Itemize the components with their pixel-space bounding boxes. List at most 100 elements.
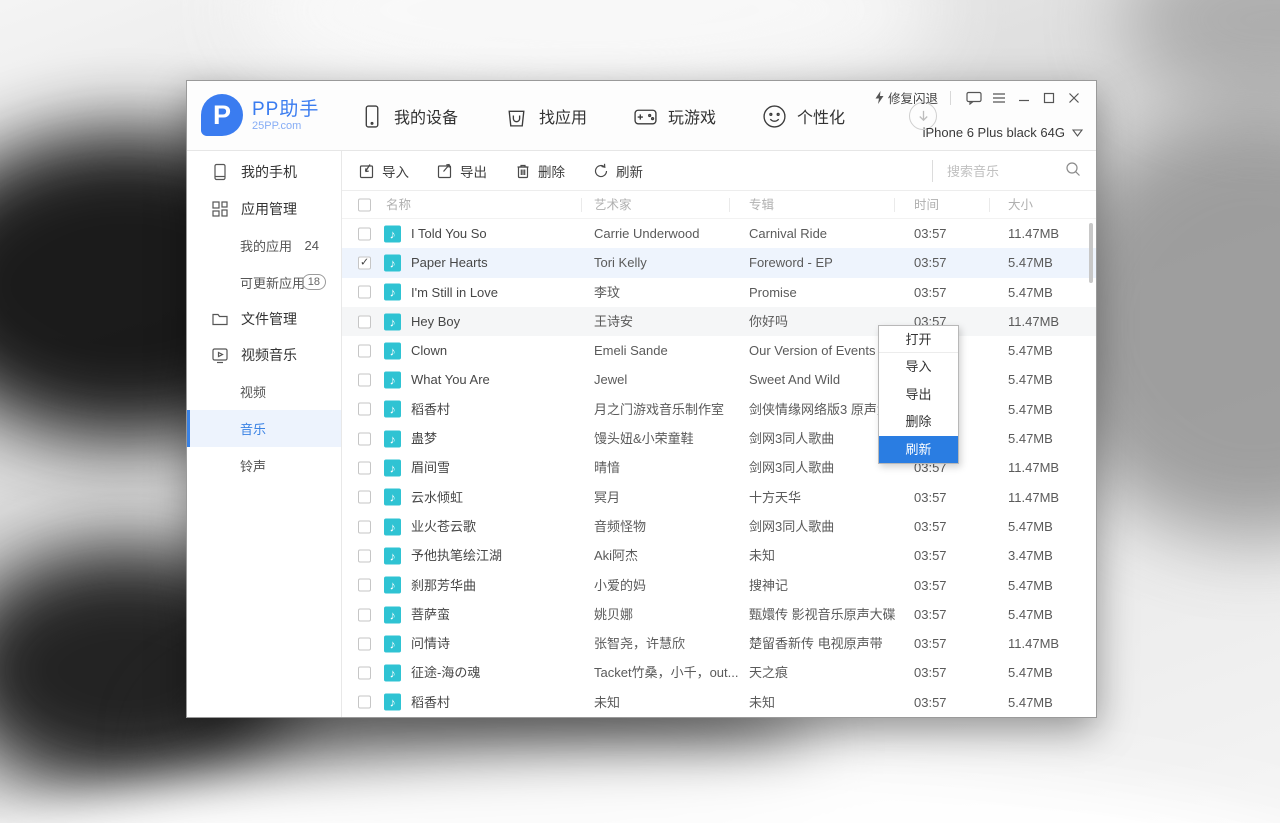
- search-input[interactable]: [947, 163, 1065, 179]
- song-album: Our Version of Events: [749, 343, 876, 359]
- sidebar-item-video-music[interactable]: 视频音乐: [187, 337, 341, 374]
- table-row[interactable]: I Told You So Carrie Underwood Carnival …: [342, 219, 1096, 249]
- sidebar-item-music[interactable]: 音乐: [187, 410, 341, 447]
- fix-crash-button[interactable]: 修复闪退: [875, 88, 938, 107]
- table-row[interactable]: 云水倾虹 冥月 十方天华 03:57 11.47MB: [342, 482, 1096, 512]
- song-album: 十方天华: [749, 489, 802, 505]
- nav-item-play-games[interactable]: 玩游戏: [633, 104, 716, 129]
- music-note-icon: [384, 225, 401, 243]
- sidebar-item-my-apps[interactable]: 我的应用 24: [187, 227, 341, 264]
- column-header-time[interactable]: 时间: [914, 191, 939, 219]
- column-header-name[interactable]: 名称: [386, 191, 411, 219]
- sidebar-item-ringtone[interactable]: 铃声: [187, 447, 341, 484]
- sidebar-item-app-management[interactable]: 应用管理: [187, 191, 341, 228]
- song-album: 你好吗: [749, 313, 789, 329]
- select-all-checkbox[interactable]: [358, 198, 371, 211]
- maximize-icon: [1043, 92, 1055, 103]
- sidebar-item-updatable-apps[interactable]: 可更新应用 18: [187, 264, 341, 301]
- search-box[interactable]: [932, 151, 1096, 191]
- song-album: Carnival Ride: [749, 226, 828, 241]
- logo-title: PP助手: [252, 98, 320, 120]
- song-album: Foreword - EP: [749, 255, 833, 271]
- column-divider: [581, 198, 582, 212]
- row-checkbox[interactable]: [358, 637, 371, 651]
- nav-item-personalize[interactable]: 个性化: [762, 104, 845, 129]
- table-row[interactable]: Paper Hearts Tori Kelly Foreword - EP 03…: [342, 248, 1096, 278]
- context-menu-item[interactable]: 导出: [879, 381, 958, 408]
- table-row[interactable]: Hey Boy 王诗安 你好吗 03:57 11.47MB: [342, 306, 1096, 337]
- table-row[interactable]: What You Are Jewel Sweet And Wild 03:57 …: [342, 365, 1096, 395]
- refresh-icon: [594, 163, 608, 177]
- maximize-button[interactable]: [1037, 89, 1061, 107]
- delete-button[interactable]: 删除: [515, 161, 565, 181]
- sidebar-label: 铃声: [240, 458, 267, 474]
- context-menu-item[interactable]: 刷新: [879, 435, 958, 463]
- row-checkbox[interactable]: [358, 344, 371, 358]
- table-row[interactable]: 业火苍云歌 音频怪物 剑网3同人歌曲 03:57 5.47MB: [342, 511, 1096, 542]
- nav-item-my-device[interactable]: 我的设备: [359, 104, 458, 129]
- table-row[interactable]: 稻香村 未知 未知 03:57 5.47MB: [342, 687, 1096, 716]
- feedback-button[interactable]: [962, 89, 986, 107]
- row-checkbox[interactable]: [358, 608, 371, 621]
- import-icon: [359, 163, 374, 178]
- row-checkbox[interactable]: [358, 520, 371, 534]
- row-checkbox[interactable]: [358, 490, 371, 504]
- row-checkbox[interactable]: [358, 666, 371, 680]
- row-checkbox[interactable]: [358, 315, 371, 329]
- song-name: 刹那芳华曲: [411, 577, 477, 593]
- sidebar-item-video[interactable]: 视频: [187, 374, 341, 411]
- table-row[interactable]: 刹那芳华曲 小爱的妈 搜神记 03:57 5.47MB: [342, 570, 1096, 600]
- table-row[interactable]: Clown Emeli Sande Our Version of Events …: [342, 336, 1096, 366]
- scrollbar-thumb[interactable]: [1089, 223, 1093, 283]
- nav-label: 我的设备: [394, 110, 459, 127]
- row-checkbox[interactable]: [358, 432, 371, 446]
- nav-item-find-apps[interactable]: 找应用: [504, 104, 587, 129]
- import-button[interactable]: 导入: [359, 161, 409, 181]
- table-row[interactable]: 眉间雪 晴愔 剑网3同人歌曲 03:57 11.47MB: [342, 453, 1096, 483]
- table-row[interactable]: 问情诗 张智尧，许慧欣 楚留香新传 电视原声带 03:57 11.47MB: [342, 629, 1096, 659]
- music-note-icon: [384, 459, 401, 477]
- close-button[interactable]: [1062, 89, 1086, 107]
- song-size: 5.47MB: [1008, 343, 1053, 359]
- refresh-button[interactable]: 刷新: [593, 161, 643, 181]
- row-checkbox[interactable]: [358, 285, 371, 299]
- song-artist: Jewel: [594, 372, 628, 388]
- table-row[interactable]: 蛊梦 馒头妞&小荣童鞋 剑网3同人歌曲 03:57 5.47MB: [342, 424, 1096, 454]
- row-checkbox[interactable]: [358, 373, 371, 387]
- song-name: Hey Boy: [411, 313, 461, 329]
- table-row[interactable]: I'm Still in Love 李玟 Promise 03:57 5.47M…: [342, 277, 1096, 307]
- song-size: 5.47MB: [1008, 694, 1053, 710]
- row-checkbox[interactable]: [358, 255, 371, 270]
- table-row[interactable]: 予他执笔绘江湖 Aki阿杰 未知 03:57 3.47MB: [342, 541, 1096, 571]
- table-row[interactable]: 稻香村 月之门游戏音乐制作室 剑侠情缘网络版3 原声大碟 03:57 5.47M…: [342, 394, 1096, 425]
- context-menu-item[interactable]: 导入: [879, 353, 958, 380]
- row-checkbox[interactable]: [358, 695, 371, 709]
- column-header-artist[interactable]: 艺术家: [594, 191, 632, 219]
- column-header-size[interactable]: 大小: [1008, 191, 1033, 219]
- row-checkbox[interactable]: [358, 549, 371, 563]
- my-apps-count: 24: [304, 237, 319, 253]
- device-selector[interactable]: iPhone 6 Plus black 64G: [923, 125, 1083, 140]
- sidebar-label: 我的手机: [241, 164, 297, 181]
- row-checkbox[interactable]: [358, 402, 371, 416]
- sidebar-item-my-phone[interactable]: 我的手机: [187, 154, 341, 191]
- table-row[interactable]: 菩萨蛮 姚贝娜 甄嬛传 影视音乐原声大碟 03:57 5.47MB: [342, 599, 1096, 630]
- export-button[interactable]: 导出: [437, 161, 487, 181]
- row-checkbox[interactable]: [358, 227, 371, 241]
- sidebar-item-file-management[interactable]: 文件管理: [187, 300, 341, 337]
- context-menu-item[interactable]: 打开: [879, 326, 958, 354]
- titlebar-controls: 修复闪退: [875, 88, 1086, 107]
- app-header: P PP助手 25PP.com 我的设备 找应用 玩游戏 个性化 修复闪退 iP…: [187, 81, 1096, 151]
- main-menu-button[interactable]: [987, 89, 1011, 107]
- row-checkbox[interactable]: [358, 578, 371, 592]
- table-row[interactable]: 征途-海の魂 Tacket竹桑，小千，out... 天之痕 03:57 5.47…: [342, 658, 1096, 688]
- grid-icon: [211, 200, 229, 218]
- minimize-button[interactable]: [1012, 89, 1036, 107]
- sidebar-label: 可更新应用: [240, 275, 306, 291]
- search-icon[interactable]: [1065, 161, 1081, 182]
- app-logo[interactable]: P PP助手 25PP.com: [201, 94, 319, 136]
- context-menu-item[interactable]: 删除: [879, 408, 958, 435]
- column-header-album[interactable]: 专辑: [749, 191, 774, 219]
- row-checkbox[interactable]: [358, 461, 371, 475]
- song-time: 03:57: [914, 489, 947, 505]
